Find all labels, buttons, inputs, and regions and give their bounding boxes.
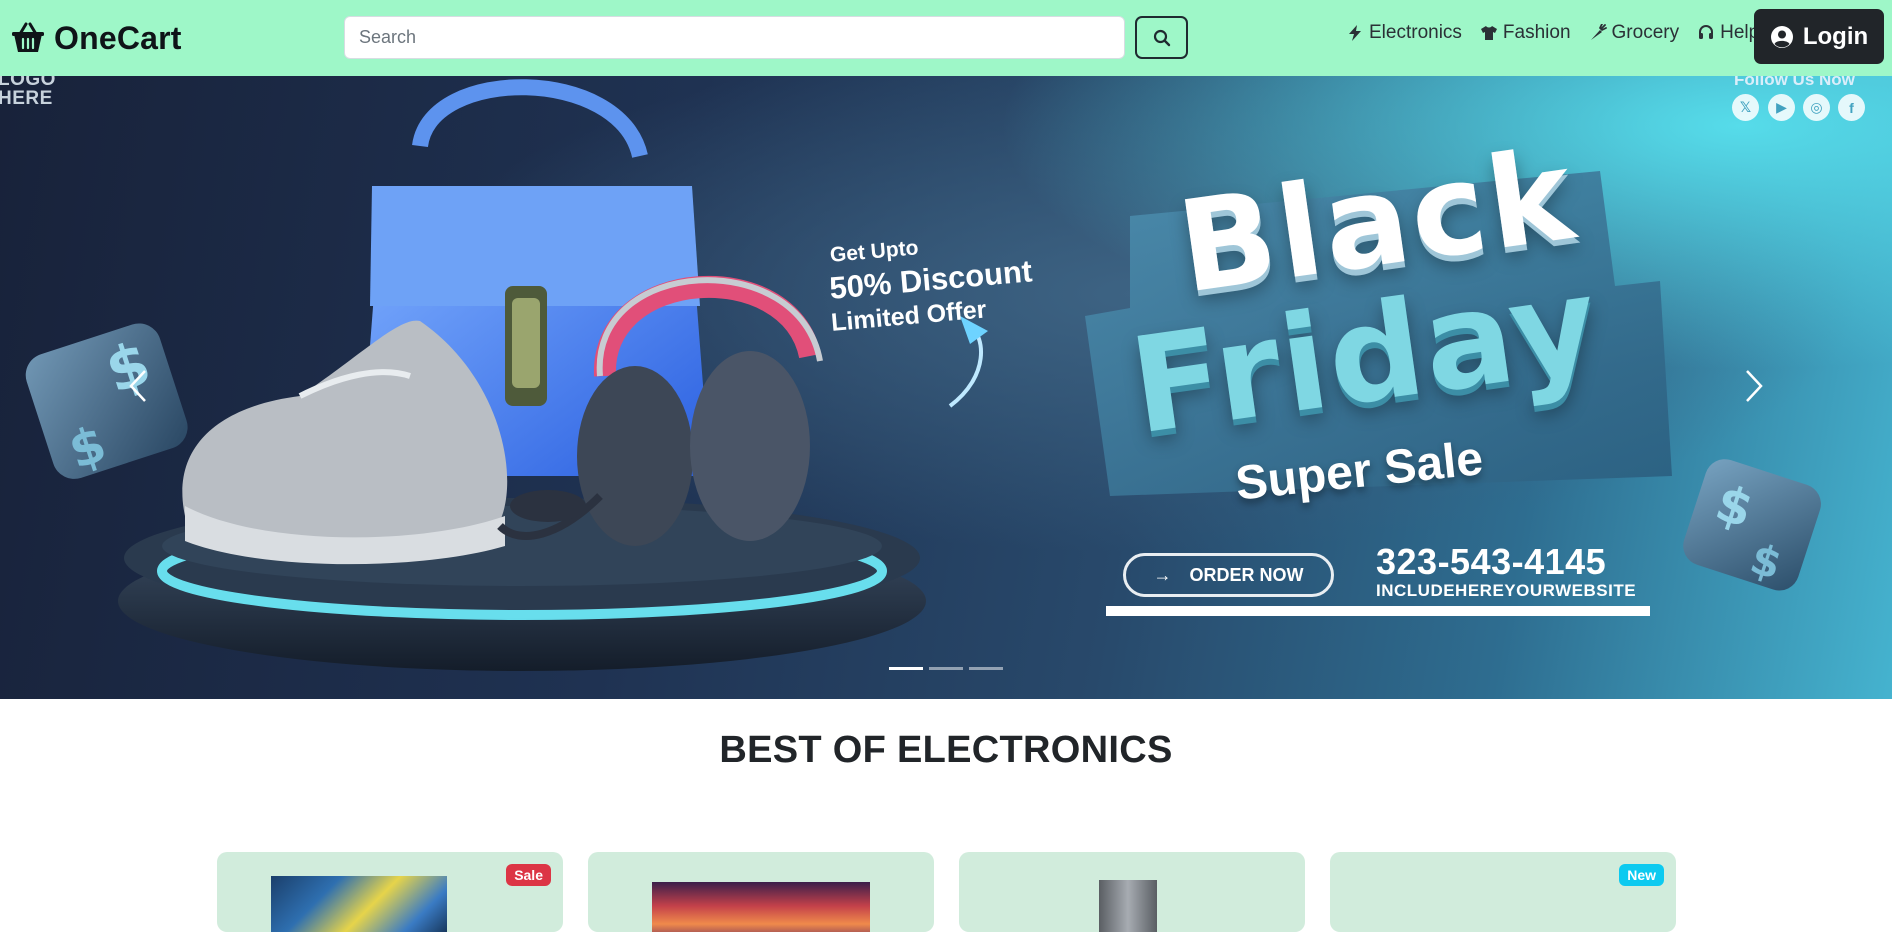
product-image (1099, 880, 1157, 932)
shirt-icon (1480, 26, 1497, 40)
youtube-icon: ▶ (1768, 94, 1795, 121)
login-button[interactable]: Login (1754, 9, 1884, 64)
carousel-indicator-1[interactable] (889, 667, 923, 670)
carousel-indicator-2[interactable] (929, 667, 963, 670)
product-card[interactable]: Sale (217, 852, 563, 932)
brand-logo[interactable]: OneCart (10, 17, 182, 59)
website-text: INCLUDEHEREYOURWEBSITE (1376, 581, 1637, 600)
brand-name: OneCart (54, 19, 182, 56)
nav-link-electronics[interactable]: Electronics (1346, 22, 1462, 44)
instagram-icon: ◎ (1803, 94, 1830, 121)
product-grid: Sale New (217, 852, 1677, 932)
product-image (271, 876, 447, 932)
nav-link-grocery[interactable]: Grocery (1589, 22, 1680, 44)
carousel-indicators (889, 667, 1003, 670)
section-title: BEST OF ELECTRONICS (719, 729, 1173, 771)
x-icon: 𝕏 (1732, 94, 1759, 121)
nav-link-fashion[interactable]: Fashion (1480, 22, 1571, 44)
carousel-indicator-3[interactable] (969, 667, 1003, 670)
nav-link-help[interactable]: Help (1697, 22, 1759, 44)
product-card[interactable] (959, 852, 1305, 932)
login-label: Login (1802, 22, 1869, 50)
phone-number: 323-543-4145 (1376, 541, 1607, 582)
product-card[interactable]: New (1330, 852, 1676, 932)
follow-text: Follow Us Now (1734, 76, 1855, 89)
navbar: OneCart Electronics Fashion Grocery Help (0, 0, 1892, 76)
chevron-right-icon (1746, 370, 1763, 402)
sale-badge: Sale (506, 864, 551, 886)
order-now-label: ORDER NOW (1189, 564, 1304, 585)
search-icon (1153, 29, 1170, 46)
nav-links: Electronics Fashion Grocery Help (1346, 20, 1759, 46)
nav-link-label: Fashion (1502, 22, 1571, 43)
headset-icon (1699, 25, 1714, 39)
chevron-left-icon (129, 370, 146, 402)
carrot-icon (1590, 24, 1607, 40)
nav-link-label: Grocery (1611, 22, 1680, 43)
decorative-bar (1106, 606, 1650, 616)
nav-link-label: Electronics (1369, 22, 1462, 43)
carousel-prev-button[interactable] (108, 356, 168, 416)
product-image (652, 882, 870, 932)
logo-line: HERE (0, 88, 53, 109)
carousel-next-button[interactable] (1724, 356, 1784, 416)
search-input[interactable] (344, 16, 1125, 59)
facebook-icon: f (1838, 94, 1865, 121)
dollar-cube-right: $ $ (1683, 459, 1821, 591)
basket-icon (12, 22, 44, 52)
user-circle-icon (1770, 25, 1793, 48)
new-badge: New (1619, 864, 1664, 886)
placeholder-logo: LOGO HERE (0, 76, 56, 108)
order-now-graphic: → ORDER NOW (1123, 553, 1334, 597)
search-button[interactable] (1135, 16, 1188, 59)
hero-carousel[interactable]: $ $ $ $ LOGO HERE Follow Us Now 𝕏 ▶ ◎ f … (0, 76, 1892, 699)
arrow-right-icon: → (1153, 564, 1172, 585)
product-card[interactable] (588, 852, 934, 932)
bolt-icon (1349, 25, 1361, 41)
